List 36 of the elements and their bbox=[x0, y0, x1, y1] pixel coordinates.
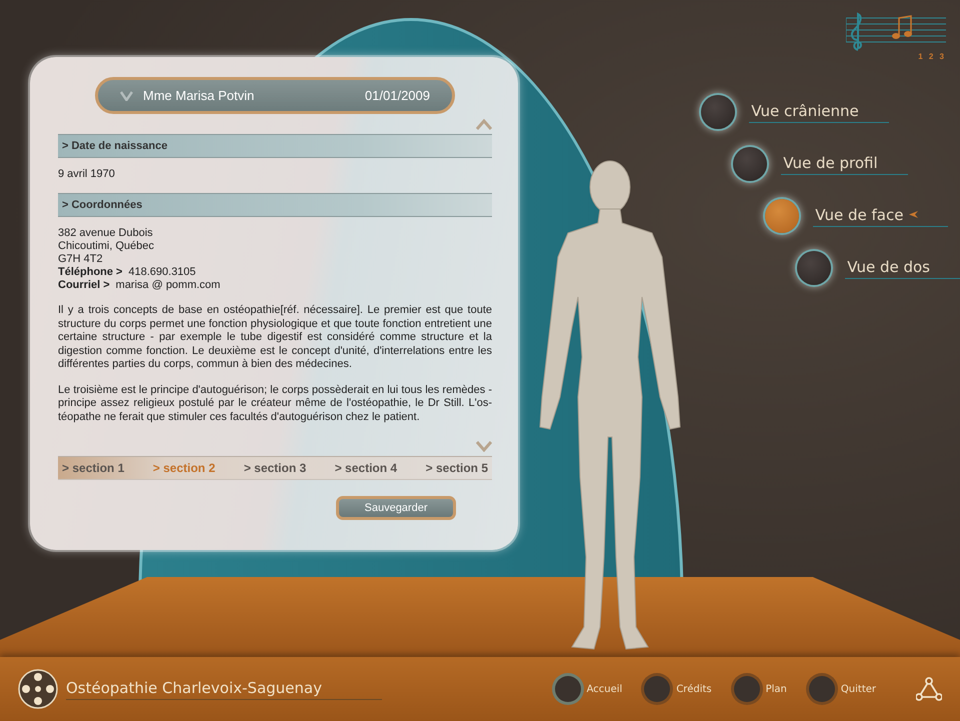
music-staff-icon[interactable] bbox=[846, 10, 946, 52]
address-line: 382 avenue Dubois bbox=[58, 227, 154, 240]
section-tab[interactable]: > section 1 bbox=[62, 461, 124, 475]
logo-icon[interactable] bbox=[18, 669, 58, 709]
view-label[interactable]: Vue de profil bbox=[781, 154, 908, 174]
view-button[interactable] bbox=[797, 251, 832, 285]
view-label[interactable]: Vue de dos bbox=[845, 258, 960, 278]
patient-header[interactable]: Mme Marisa Potvin 01/01/2009 bbox=[95, 77, 455, 114]
footer-nav-item[interactable]: Accueil bbox=[554, 676, 622, 702]
section-heading[interactable]: > Date de naissance bbox=[58, 134, 492, 158]
birth-date: 9 avril 1970 bbox=[58, 168, 116, 181]
view-label[interactable]: Vue crânienne bbox=[749, 102, 889, 122]
description-paragraph: Il y a trois concepts de base en ostéopathie[réf. nécessaire]. Le premier est que toute structure du corps permet une fonction physiologique et que toute fonction entretient une certaine structure - par exemple le tube digestif est considéré comme structure et la digestion comme fonction. Le deuxième est le concept d'unité, d'interrelations entre les différentes parties du corps, commun à bien des médecines. bbox=[58, 304, 492, 372]
view-button[interactable] bbox=[701, 95, 736, 129]
description-paragraph: Le troisième est le principe d'autoguérison; le corps possèderait en lui tous les remèdes - principe assez religieux postulé par le créateur même de l'ostéopathie, le Dr Still. L'os-téopathe ne ferait que stimuler ces facultés d'autoguérison chez le patient. bbox=[58, 384, 492, 424]
site-title: Ostéopathie Charlevoix-Saguenay bbox=[66, 678, 382, 700]
section-tab[interactable]: > section 4 bbox=[334, 461, 398, 475]
track-numbers[interactable]: 1 2 3 bbox=[918, 52, 946, 61]
triangle-nodes-icon[interactable] bbox=[916, 677, 942, 701]
footer-nav-item[interactable]: Plan bbox=[734, 676, 787, 702]
footer-nav-item[interactable]: Quitter bbox=[808, 676, 876, 702]
view-button[interactable] bbox=[765, 199, 800, 233]
save-button[interactable]: Sauvegarder bbox=[336, 496, 456, 520]
section-heading[interactable]: > Coordonnées bbox=[58, 193, 492, 217]
address-line: Chicoutimi, Québec bbox=[58, 240, 155, 253]
contact-field: Téléphone > 418.690.3105 bbox=[58, 266, 492, 279]
contact-field: Courriel > marisa @ pomm.com bbox=[58, 279, 492, 292]
view-label[interactable]: Vue de face bbox=[813, 206, 948, 226]
view-button[interactable] bbox=[733, 147, 768, 181]
record-date: 01/01/2009 bbox=[364, 88, 430, 103]
pointer-arrow-icon bbox=[909, 211, 918, 218]
patient-name: Mme Marisa Potvin bbox=[143, 88, 256, 103]
section-tab[interactable]: > section 5 bbox=[426, 461, 488, 475]
address-line: G7H 4T2 bbox=[58, 253, 104, 266]
section-tab[interactable]: > section 3 bbox=[244, 461, 306, 475]
footer-nav-item[interactable]: Crédits bbox=[644, 676, 712, 702]
